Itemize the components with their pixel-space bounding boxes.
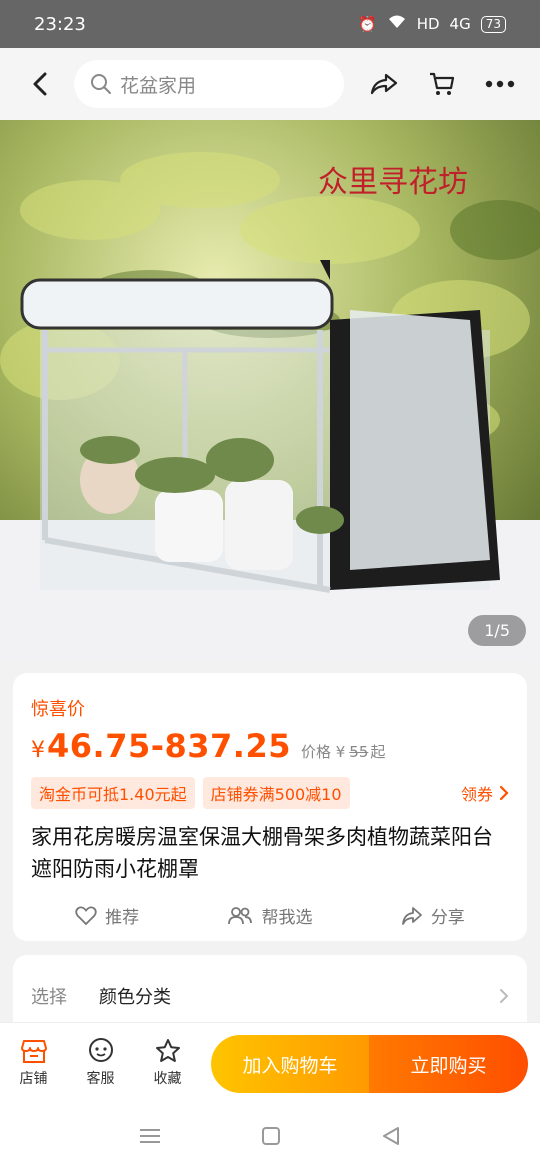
original-price: 55 <box>349 743 369 761</box>
search-input[interactable]: 花盆家用 <box>74 60 344 108</box>
store-icon <box>20 1039 47 1063</box>
home-icon[interactable] <box>261 1126 281 1146</box>
select-value: 颜色分类 <box>99 987 171 1008</box>
promo-row: 淘金币可抵1.40元起 店铺券满500减10 领券 <box>31 777 509 809</box>
service-label: 客服 <box>86 1070 115 1087</box>
image-counter: 1/5 <box>468 615 526 646</box>
price-row: ¥ 46.75-837.25 价格 ¥ 55 起 <box>31 727 509 765</box>
more-button[interactable] <box>472 56 528 112</box>
bottom-action-bar: 店铺 客服 收藏 加入购物车 立即购买 <box>0 1022 540 1102</box>
favorite-label: 收藏 <box>153 1070 182 1087</box>
alarm-icon: ⏰ <box>358 15 377 33</box>
search-icon <box>91 74 111 94</box>
share-label: 分享 <box>430 908 465 928</box>
chat-icon <box>88 1037 113 1062</box>
original-price-label: 价格 ¥ <box>300 743 346 761</box>
add-to-cart-button[interactable]: 加入购物车 <box>211 1035 369 1093</box>
purchase-buttons: 加入购物车 立即购买 <box>211 1035 528 1093</box>
cart-icon <box>430 72 455 95</box>
sku-select-row: 选择 颜色分类 <box>31 983 509 1009</box>
favorite-tab[interactable]: 收藏 <box>134 1038 201 1088</box>
price-card: 惊喜价 ¥ 46.75-837.25 价格 ¥ 55 起 淘金币可抵1.40元起… <box>13 673 527 941</box>
store-label: 店铺 <box>19 1070 48 1087</box>
status-icons: ⏰ HD 4G 73 <box>358 14 506 34</box>
product-title: 家用花房暖房温室保温大棚骨架多肉植物蔬菜阳台遮阳防雨小花棚罩 <box>31 825 493 881</box>
recommend-button[interactable]: 推荐 <box>75 903 139 928</box>
people-icon <box>228 906 253 924</box>
top-nav: 花盆家用 <box>0 48 540 120</box>
back-button[interactable] <box>10 54 70 114</box>
chevron-right-icon <box>500 989 509 1003</box>
select-label: 选择 <box>31 987 67 1008</box>
chevron-right-icon <box>499 785 509 801</box>
star-icon <box>155 1038 180 1062</box>
price-tag: 惊喜价 <box>31 699 85 720</box>
get-coupon-link[interactable]: 领券 <box>461 781 509 805</box>
price-range: 46.75-837.25 <box>47 727 291 765</box>
battery-icon: 73 <box>480 15 506 33</box>
recommend-label: 推荐 <box>105 908 140 928</box>
promo-chip-store-coupon[interactable]: 店铺券满500减10 <box>202 777 350 809</box>
search-placeholder: 花盆家用 <box>120 74 197 97</box>
cart-button[interactable] <box>414 56 470 112</box>
promo-chip-coins[interactable]: 淘金币可抵1.40元起 <box>31 777 195 809</box>
share-product-button[interactable]: 分享 <box>401 903 465 928</box>
help-choose-button[interactable]: 帮我选 <box>227 903 312 928</box>
network-label: HD <box>416 15 440 33</box>
product-actions: 推荐 帮我选 分享 <box>31 903 509 928</box>
original-price-suffix: 起 <box>370 743 386 761</box>
share-icon <box>370 73 398 95</box>
get-coupon-label: 领券 <box>460 785 493 804</box>
more-icon <box>485 80 515 88</box>
system-navigation <box>0 1102 540 1170</box>
buy-now-button[interactable]: 立即购买 <box>369 1035 528 1093</box>
status-bar: 23:23 ⏰ HD 4G 73 <box>0 0 540 48</box>
product-image[interactable]: 众里寻花坊 1/5 <box>0 120 540 660</box>
share-icon <box>401 906 422 925</box>
share-button[interactable] <box>356 56 412 112</box>
chevron-left-icon <box>33 72 47 96</box>
greenhouse-image: 众里寻花坊 <box>0 120 540 660</box>
status-time: 23:23 <box>34 13 86 35</box>
back-nav-icon[interactable] <box>381 1126 401 1146</box>
service-tab[interactable]: 客服 <box>67 1037 134 1088</box>
currency-symbol: ¥ <box>31 738 45 763</box>
signal-label: 4G <box>449 15 471 33</box>
help-choose-label: 帮我选 <box>261 908 313 928</box>
heart-icon <box>75 906 97 925</box>
menu-icon[interactable] <box>139 1127 161 1145</box>
store-tab[interactable]: 店铺 <box>0 1038 67 1088</box>
brand-watermark: 众里寻花坊 <box>318 165 468 200</box>
wifi-icon <box>387 14 407 34</box>
